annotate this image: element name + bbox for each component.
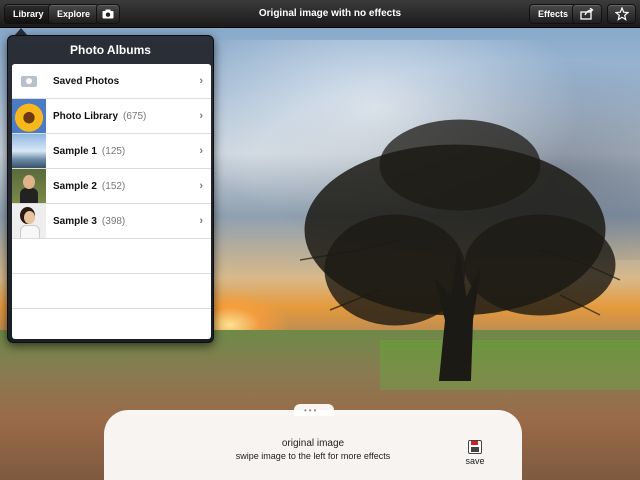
album-count: (125) <box>101 145 126 157</box>
chevron-right-icon: › <box>199 215 203 227</box>
effects-button[interactable]: Effects <box>529 4 578 24</box>
album-list: Saved Photos › Photo Library (675) › Sam… <box>12 64 211 339</box>
album-count: (398) <box>101 215 126 227</box>
album-thumbnail <box>12 169 46 203</box>
share-button[interactable] <box>572 4 602 24</box>
album-label: Photo Library <box>53 110 119 122</box>
top-toolbar: Library Explore Original image with no e… <box>0 0 640 28</box>
album-row-saved-photos[interactable]: Saved Photos › <box>12 64 211 99</box>
album-label: Sample 1 <box>53 145 97 157</box>
empty-row <box>12 274 211 309</box>
album-label: Saved Photos <box>53 75 120 87</box>
library-button[interactable]: Library <box>4 4 53 24</box>
album-label: Sample 2 <box>53 180 97 192</box>
empty-row <box>12 309 211 339</box>
page-dots-icon: ••• <box>304 406 319 415</box>
page-title: Original image with no effects <box>258 8 402 19</box>
popover-title: Photo Albums <box>70 43 151 57</box>
photo-albums-popover: Photo Albums Saved Photos › Photo Librar… <box>7 35 214 343</box>
chevron-right-icon: › <box>199 110 203 122</box>
camera-icon <box>102 9 114 19</box>
album-label: Sample 3 <box>53 215 97 227</box>
favorite-button[interactable] <box>607 4 636 24</box>
empty-row <box>12 239 211 274</box>
chevron-right-icon: › <box>199 75 203 87</box>
album-count: (152) <box>101 180 126 192</box>
album-count: (675) <box>123 110 147 122</box>
save-label: save <box>465 456 485 466</box>
camera-button[interactable] <box>96 4 120 24</box>
saved-photos-camera-icon <box>12 64 46 98</box>
save-button[interactable]: save <box>459 440 491 472</box>
star-icon <box>614 7 629 21</box>
floppy-disk-icon <box>468 440 482 454</box>
album-row-sample-1[interactable]: Sample 1 (125) › <box>12 134 211 169</box>
album-row-sample-2[interactable]: Sample 2 (152) › <box>12 169 211 204</box>
album-thumbnail <box>12 99 46 133</box>
album-row-photo-library[interactable]: Photo Library (675) › <box>12 99 211 134</box>
album-row-sample-3[interactable]: Sample 3 (398) › <box>12 204 211 239</box>
effect-info-panel: ••• original image swipe image to the le… <box>104 404 522 480</box>
chevron-right-icon: › <box>199 145 203 157</box>
album-thumbnail <box>12 134 46 168</box>
share-icon <box>580 8 594 20</box>
chevron-right-icon: › <box>199 180 203 192</box>
explore-button[interactable]: Explore <box>48 4 100 24</box>
album-thumbnail <box>12 204 46 238</box>
